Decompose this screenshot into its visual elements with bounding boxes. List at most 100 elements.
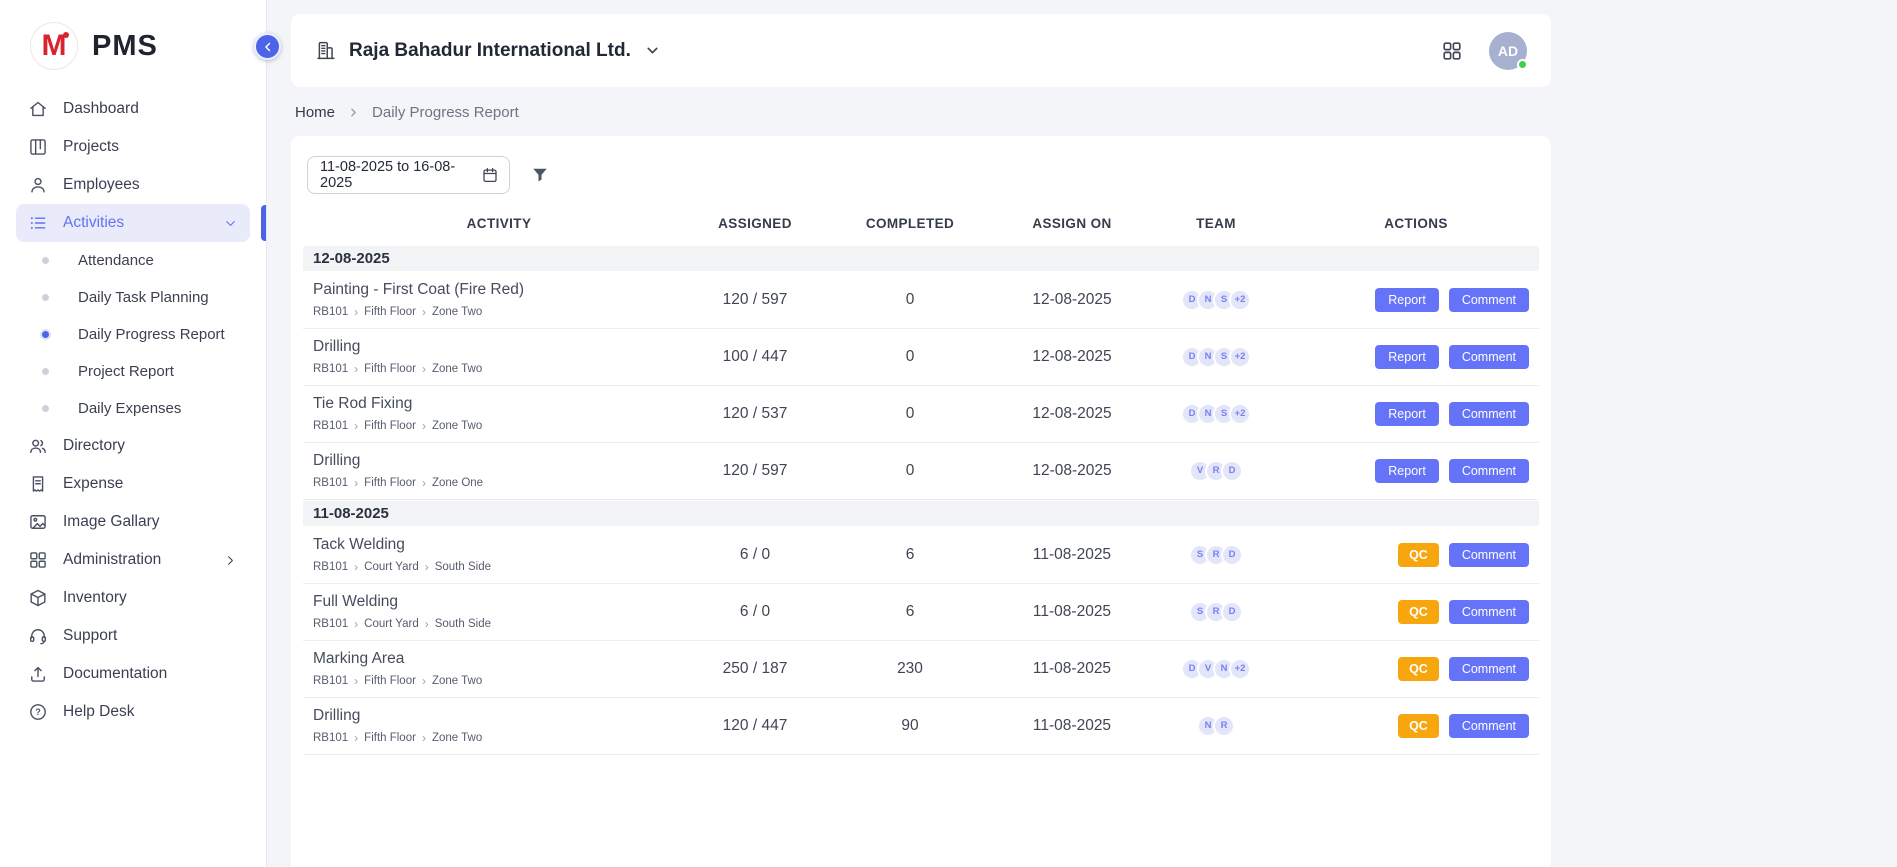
qc-button[interactable]: QC	[1398, 543, 1439, 567]
table-row: DrillingRB101›Fifth Floor›Zone One120 / …	[303, 443, 1539, 500]
chevron-right-icon: ›	[422, 477, 426, 489]
actions-cell: QC Comment	[1293, 600, 1539, 624]
report-button[interactable]: Report	[1375, 459, 1439, 483]
filter-icon[interactable]	[530, 165, 550, 185]
path-segment: Zone Two	[432, 306, 482, 318]
breadcrumb-home[interactable]: Home	[295, 104, 335, 121]
column-header-assigned: ASSIGNED	[695, 216, 815, 231]
directory-icon	[28, 436, 48, 456]
team-cell: DNS+2	[1139, 403, 1293, 425]
assign-on-date: 12-08-2025	[1005, 462, 1139, 480]
comment-button[interactable]: Comment	[1449, 402, 1529, 426]
team-member-badge: R	[1213, 715, 1235, 737]
sidebar-item-directory[interactable]: Directory	[16, 427, 250, 465]
calendar-icon	[481, 166, 499, 184]
report-button[interactable]: Report	[1375, 345, 1439, 369]
date-range-input[interactable]: 11-08-2025 to 16-08-2025	[307, 156, 510, 194]
sidebar-item-inventory[interactable]: Inventory	[16, 579, 250, 617]
comment-button[interactable]: Comment	[1449, 600, 1529, 624]
expense-icon	[28, 474, 48, 494]
comment-button[interactable]: Comment	[1449, 459, 1529, 483]
sidebar-item-dashboard[interactable]: Dashboard	[16, 90, 250, 128]
actions-cell: Report Comment	[1293, 288, 1539, 312]
sidebar-item-help-desk[interactable]: ?Help Desk	[16, 693, 250, 731]
path-segment: South Side	[435, 618, 491, 630]
activity-name: Tack Welding	[313, 536, 695, 554]
comment-button[interactable]: Comment	[1449, 288, 1529, 312]
sidebar-item-projects[interactable]: Projects	[16, 128, 250, 166]
team-cell: SRD	[1139, 601, 1293, 623]
actions-cell: Report Comment	[1293, 402, 1539, 426]
logo-letter: M	[42, 31, 67, 61]
breadcrumb-current: Daily Progress Report	[372, 104, 519, 121]
table-row: Painting - First Coat (Fire Red)RB101›Fi…	[303, 272, 1539, 329]
projects-icon	[28, 137, 48, 157]
chevron-right-icon: ›	[422, 363, 426, 375]
column-header-actions: ACTIONS	[1293, 216, 1539, 231]
activity-cell: DrillingRB101›Fifth Floor›Zone Two	[303, 707, 695, 744]
activity-name: Marking Area	[313, 650, 695, 668]
actions-cell: QC Comment	[1293, 657, 1539, 681]
sidebar-item-administration[interactable]: Administration	[16, 541, 250, 579]
team-member-badge: D	[1221, 544, 1243, 566]
table-row: DrillingRB101›Fifth Floor›Zone Two120 / …	[303, 698, 1539, 755]
path-segment: Zone Two	[432, 675, 482, 687]
user-avatar[interactable]: AD	[1489, 32, 1527, 70]
qc-button[interactable]: QC	[1398, 657, 1439, 681]
online-status-dot	[1517, 59, 1528, 70]
team-cell: VRD	[1139, 460, 1293, 482]
company-selector[interactable]: Raja Bahadur International Ltd.	[315, 40, 661, 62]
path-segment: Zone Two	[432, 363, 482, 375]
chevron-right-icon: ›	[354, 618, 358, 630]
sidebar-subitem-daily-expenses[interactable]: Daily Expenses	[40, 390, 250, 427]
assign-on-date: 11-08-2025	[1005, 603, 1139, 621]
sidebar-item-expense[interactable]: Expense	[16, 465, 250, 503]
path-segment: Court Yard	[364, 561, 419, 573]
sidebar-submenu: Attendance Daily Task PlanningDaily Progr…	[16, 242, 250, 427]
support-icon	[28, 626, 48, 646]
sidebar-item-employees[interactable]: Employees	[16, 166, 250, 204]
sidebar-item-image-gallary[interactable]: Image Gallary	[16, 503, 250, 541]
sidebar-subitem-attendance[interactable]: Attendance	[40, 242, 250, 279]
report-button[interactable]: Report	[1375, 288, 1439, 312]
chevron-down-icon	[223, 216, 238, 231]
sidebar-item-activities[interactable]: Activities	[16, 204, 250, 242]
apps-grid-button[interactable]	[1441, 40, 1463, 62]
comment-button[interactable]: Comment	[1449, 543, 1529, 567]
sidebar-subitem-project-report[interactable]: Project Report	[40, 353, 250, 390]
activity-cell: Tie Rod FixingRB101›Fifth Floor›Zone Two	[303, 395, 695, 432]
team-more-badge: +2	[1229, 403, 1251, 425]
sidebar-subitem-daily-progress-report[interactable]: Daily Progress Report	[40, 316, 250, 353]
date-group-header: 12-08-2025	[303, 246, 1539, 271]
path-segment: Fifth Floor	[364, 732, 416, 744]
chevron-left-icon	[261, 40, 275, 54]
sidebar-subitem-daily-task-planning[interactable]: Daily Task Planning	[40, 279, 250, 316]
comment-button[interactable]: Comment	[1449, 714, 1529, 738]
activity-path: RB101›Fifth Floor›Zone One	[313, 477, 695, 489]
building-icon	[315, 40, 336, 61]
completed-count: 0	[815, 291, 1005, 309]
administration-icon	[28, 550, 48, 570]
sidebar-item-label: Expense	[63, 475, 123, 493]
sidebar-item-support[interactable]: Support	[16, 617, 250, 655]
sidebar-item-documentation[interactable]: Documentation	[16, 655, 250, 693]
sidebar-subitem-label: Attendance	[78, 252, 154, 269]
comment-button[interactable]: Comment	[1449, 657, 1529, 681]
path-segment: Fifth Floor	[364, 420, 416, 432]
table-row: Tack WeldingRB101›Court Yard›South Side6…	[303, 527, 1539, 584]
path-segment: Court Yard	[364, 618, 419, 630]
comment-button[interactable]: Comment	[1449, 345, 1529, 369]
sidebar-item-label: Inventory	[63, 589, 127, 607]
assign-on-date: 11-08-2025	[1005, 660, 1139, 678]
bullet-dot-icon	[42, 294, 49, 301]
sidebar-item-label: Projects	[63, 138, 119, 156]
assigned-count: 120 / 597	[695, 291, 815, 309]
report-button[interactable]: Report	[1375, 402, 1439, 426]
qc-button[interactable]: QC	[1398, 600, 1439, 624]
sidebar-collapse-button[interactable]	[254, 33, 281, 60]
qc-button[interactable]: QC	[1398, 714, 1439, 738]
content-card: 11-08-2025 to 16-08-2025 ACTIVITYASSIGNE…	[291, 136, 1551, 867]
breadcrumb: Home Daily Progress Report	[295, 104, 1869, 121]
date-range-value: 11-08-2025 to 16-08-2025	[320, 159, 481, 191]
completed-count: 6	[815, 603, 1005, 621]
